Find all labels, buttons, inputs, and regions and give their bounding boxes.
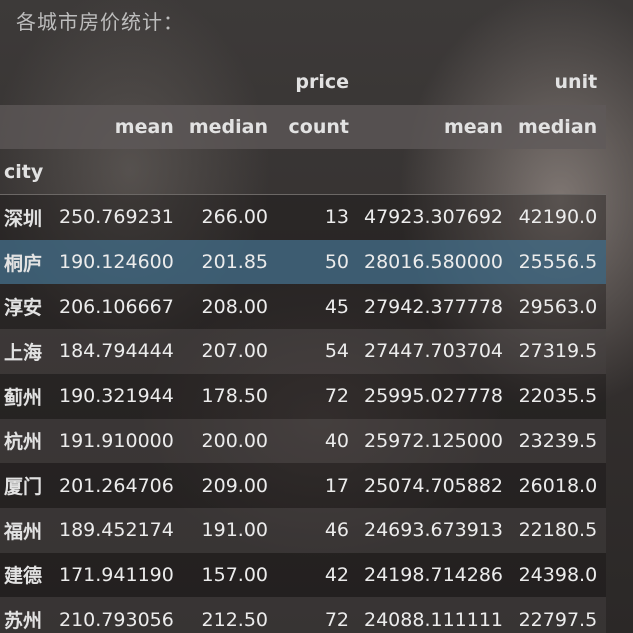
cell-unit-median: 26018.0 — [512, 463, 607, 508]
cell-price-count: 42 — [277, 552, 358, 598]
row-index-city: 杭州 — [0, 418, 53, 464]
cell-price-count: 45 — [277, 284, 358, 330]
table-row[interactable]: 厦门 201.264706 209.00 17 25074.705882 26018.0 — [0, 463, 607, 508]
table-row[interactable]: 淳安 206.106667 208.00 45 27942.377778 29563.0 — [0, 284, 607, 330]
header-unit-mean: mean — [358, 104, 513, 150]
row-index-city: 建德 — [0, 552, 53, 598]
cell-price-mean: 210.793056 — [53, 597, 183, 633]
cell-price-mean: 201.264706 — [53, 463, 183, 508]
cell-unit-mean: 24088.111111 — [358, 597, 513, 633]
cell-price-median: 200.00 — [182, 418, 277, 464]
cell-price-mean: 191.910000 — [53, 418, 183, 464]
cell-unit-mean: 28016.580000 — [358, 239, 513, 285]
cell-unit-median: 23239.5 — [512, 418, 607, 464]
cell-unit-mean: 24693.673913 — [358, 507, 513, 553]
index-name-city: city — [0, 149, 53, 196]
cell-price-median: 212.50 — [182, 597, 277, 633]
row-index-city: 苏州 — [0, 597, 53, 633]
table-row[interactable]: 桐庐 190.124600 201.85 50 28016.580000 25556.5 — [0, 239, 607, 285]
header-row-level1: mean median count mean median — [0, 104, 607, 150]
cell-price-median: 191.00 — [182, 507, 277, 553]
row-index-city: 淳安 — [0, 284, 53, 330]
row-index-city: 厦门 — [0, 463, 53, 508]
cell-price-mean: 171.941190 — [53, 552, 183, 598]
cell-unit-median: 22797.5 — [512, 597, 607, 633]
table-caption: 各城市房价统计： — [16, 10, 184, 34]
cell-price-count: 46 — [277, 507, 358, 553]
cell-price-mean: 190.124600 — [53, 239, 183, 285]
table-row[interactable]: 上海 184.794444 207.00 54 27447.703704 27319.5 — [0, 329, 607, 374]
header-row-index-name: city — [0, 149, 607, 196]
table-row[interactable]: 深圳 250.769231 266.00 13 47923.307692 42190.0 — [0, 194, 607, 240]
cell-unit-median: 29563.0 — [512, 284, 607, 330]
table-row[interactable]: 蓟州 190.321944 178.50 72 25995.027778 22035.5 — [0, 373, 607, 419]
cell-unit-mean: 27942.377778 — [358, 284, 513, 330]
table-body: 深圳 250.769231 266.00 13 47923.307692 42190.0 桐… — [0, 194, 607, 633]
cell-price-mean: 184.794444 — [53, 329, 183, 374]
cell-price-median: 208.00 — [182, 284, 277, 330]
cell-unit-median: 22180.5 — [512, 507, 607, 553]
header-unit: unit — [554, 71, 598, 94]
table-row[interactable]: 建德 171.941190 157.00 42 24198.714286 24398.0 — [0, 552, 607, 598]
table-row[interactable]: 福州 189.452174 191.00 46 24693.673913 22180.5 — [0, 507, 607, 553]
cell-price-count: 54 — [277, 329, 358, 374]
cell-unit-median: 22035.5 — [512, 373, 607, 419]
cell-unit-median: 42190.0 — [512, 194, 607, 240]
cell-unit-mean: 47923.307692 — [358, 194, 513, 240]
cell-price-count: 72 — [277, 373, 358, 419]
cell-price-median: 209.00 — [182, 463, 277, 508]
header-row-level0: price unit — [0, 60, 606, 105]
row-index-city: 深圳 — [0, 194, 53, 240]
cell-price-median: 266.00 — [182, 194, 277, 240]
cell-price-mean: 250.769231 — [53, 194, 183, 240]
cell-unit-mean: 24198.714286 — [358, 552, 513, 598]
header-unit-median: median — [512, 104, 607, 150]
table-row[interactable]: 苏州 210.793056 212.50 72 24088.111111 22797.5 — [0, 597, 607, 633]
cell-unit-median: 25556.5 — [512, 239, 607, 285]
row-index-city: 蓟州 — [0, 373, 53, 419]
header-price-count: count — [277, 104, 358, 150]
row-index-city: 桐庐 — [0, 239, 53, 285]
table-row[interactable]: 杭州 191.910000 200.00 40 25972.125000 23239.5 — [0, 418, 607, 464]
cell-price-count: 50 — [277, 239, 358, 285]
row-index-city: 上海 — [0, 329, 53, 374]
cell-price-median: 157.00 — [182, 552, 277, 598]
cell-price-count: 72 — [277, 597, 358, 633]
cell-unit-median: 27319.5 — [512, 329, 607, 374]
cell-price-median: 178.50 — [182, 373, 277, 419]
cell-price-median: 207.00 — [182, 329, 277, 374]
cell-unit-mean: 25972.125000 — [358, 418, 513, 464]
cell-price-count: 17 — [277, 463, 358, 508]
cell-unit-mean: 25995.027778 — [358, 373, 513, 419]
cell-price-count: 13 — [277, 194, 358, 240]
cell-price-mean: 190.321944 — [53, 373, 183, 419]
header-price-mean: mean — [53, 104, 183, 150]
cell-price-median: 201.85 — [182, 239, 277, 285]
row-index-city: 福州 — [0, 507, 53, 553]
dataframe-table: price unit mean median count mean median… — [0, 60, 607, 633]
cell-unit-mean: 25074.705882 — [358, 463, 513, 508]
cell-unit-mean: 27447.703704 — [358, 329, 513, 374]
header-price: price — [295, 71, 349, 94]
cell-price-mean: 189.452174 — [53, 507, 183, 553]
cell-price-mean: 206.106667 — [53, 284, 183, 330]
header-price-median: median — [182, 104, 277, 150]
cell-unit-median: 24398.0 — [512, 552, 607, 598]
cell-price-count: 40 — [277, 418, 358, 464]
